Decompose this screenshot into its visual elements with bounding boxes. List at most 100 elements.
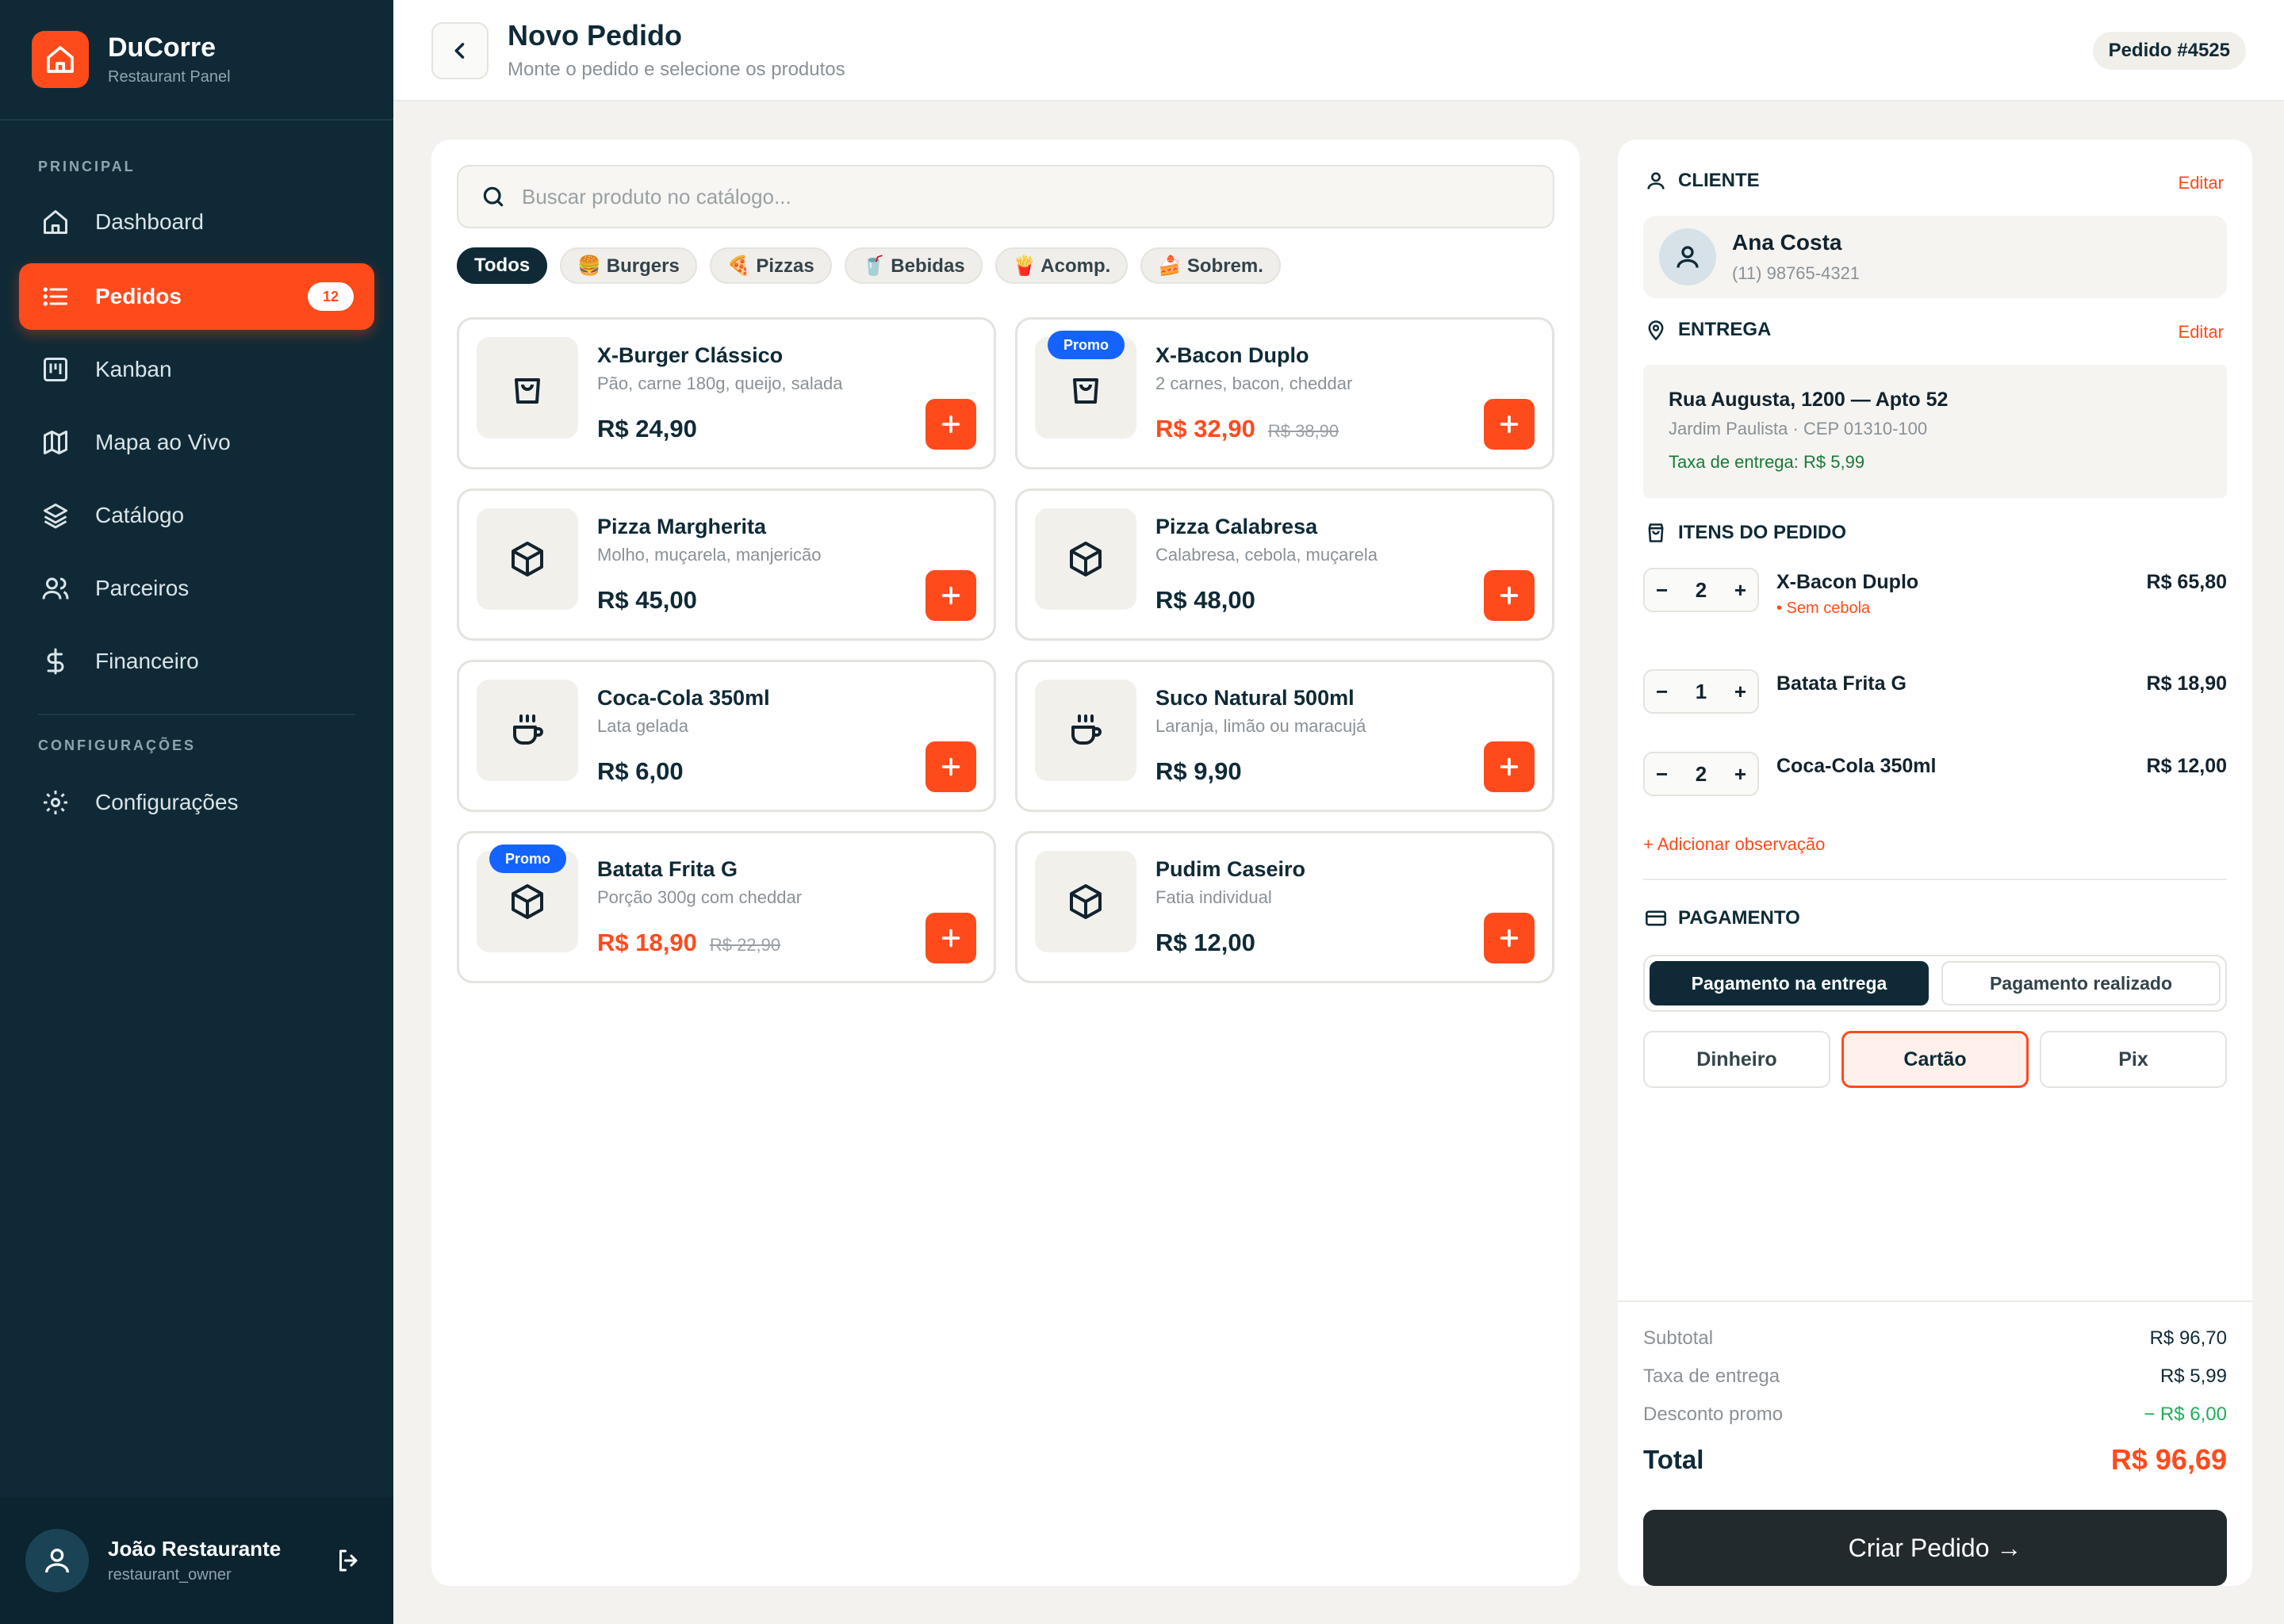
- product-description: Porção 300g com cheddar: [597, 887, 803, 907]
- payment-on-delivery-option[interactable]: Pagamento na entrega: [1650, 961, 1929, 1005]
- plus-icon: [941, 757, 960, 776]
- add-product-button[interactable]: [1484, 741, 1535, 792]
- add-product-button[interactable]: [925, 913, 976, 963]
- sidebar-item-label: Configurações: [95, 790, 239, 814]
- product-name: Pizza Margherita: [597, 515, 767, 538]
- product-card[interactable]: Pudim Caseiro Fatia individual R$ 12,00: [1015, 831, 1554, 983]
- minus-button[interactable]: −: [1656, 762, 1668, 787]
- sidebar-item-catalogo[interactable]: Catálogo: [19, 482, 374, 549]
- logout-icon[interactable]: [330, 1542, 368, 1580]
- product-card[interactable]: Promo Batata Frita G Porção 300g com che…: [457, 831, 996, 983]
- product-card[interactable]: X-Burger Clássico Pão, carne 180g, queij…: [457, 317, 996, 469]
- page-header: Novo Pedido Monte o pedido e selecione o…: [393, 0, 2284, 102]
- promo-badge: Promo: [1048, 331, 1125, 359]
- back-button[interactable]: [431, 22, 489, 79]
- client-phone: (11) 98765-4321: [1732, 263, 1861, 283]
- category-filters: Todos 🍔 Burgers 🍕 Pizzas 🥤 Bebidas 🍟 Aco…: [457, 247, 1293, 284]
- edit-client-link[interactable]: Editar: [2179, 173, 2224, 193]
- quantity-value: 1: [1695, 679, 1707, 703]
- order-number-badge: Pedido #4525: [2092, 32, 2246, 70]
- chip-bebidas[interactable]: 🥤 Bebidas: [844, 247, 983, 284]
- credit-card-icon: [1643, 906, 1669, 931]
- minus-button[interactable]: −: [1656, 578, 1668, 603]
- bag-icon: [1643, 520, 1669, 546]
- minus-button[interactable]: −: [1656, 680, 1668, 704]
- product-price: R$ 12,00: [1155, 929, 1255, 956]
- sidebar-item-pedidos[interactable]: Pedidos 12: [19, 263, 374, 330]
- product-price: R$ 18,90 R$ 22,90: [597, 929, 781, 956]
- sidebar-item-financeiro[interactable]: Financeiro: [19, 628, 374, 695]
- sidebar-item-mapa[interactable]: Mapa ao Vivo: [19, 409, 374, 476]
- product-card[interactable]: Pizza Calabresa Calabresa, cebola, muçar…: [1015, 488, 1554, 641]
- sidebar-item-kanban[interactable]: Kanban: [19, 336, 374, 403]
- user-profile: João Restaurante restaurant_owner: [0, 1497, 393, 1624]
- list-icon: [40, 281, 71, 312]
- add-observation-link[interactable]: + Adicionar observação: [1643, 834, 1825, 855]
- delivery-address-card: Rua Augusta, 1200 — Apto 52 Jardim Pauli…: [1643, 365, 2227, 498]
- payment-done-option[interactable]: Pagamento realizado: [1941, 961, 2221, 1005]
- client-card: Ana Costa (11) 98765-4321: [1643, 216, 2227, 298]
- search-box: [457, 165, 1554, 228]
- quantity-stepper: − 2 +: [1643, 568, 1759, 612]
- address-street: Rua Augusta, 1200 — Apto 52: [1669, 389, 1949, 411]
- plus-icon: [941, 415, 960, 434]
- sidebar-item-configuracoes[interactable]: Configurações: [19, 769, 374, 836]
- fee-value: R$ 5,99: [2159, 1365, 2227, 1387]
- add-product-button[interactable]: [925, 399, 976, 450]
- add-product-button[interactable]: [1484, 913, 1535, 963]
- method-dinheiro[interactable]: Dinheiro: [1643, 1031, 1830, 1088]
- method-cartao[interactable]: Cartão: [1841, 1031, 2029, 1088]
- product-description: Molho, muçarela, manjericão: [597, 545, 822, 565]
- chip-todos[interactable]: Todos: [457, 247, 548, 284]
- items-section-header: ITENS DO PEDIDO: [1643, 520, 1846, 546]
- sidebar-item-dashboard[interactable]: Dashboard: [19, 189, 374, 255]
- sidebar-divider: [38, 714, 355, 715]
- layers-icon: [40, 500, 71, 531]
- order-item: − 2 + X-Bacon Duplo • Sem cebola R$ 65,8…: [1643, 568, 2227, 617]
- order-item: − 2 + Coca-Cola 350ml R$ 12,00: [1643, 752, 2227, 799]
- chip-pizzas[interactable]: 🍕 Pizzas: [709, 247, 832, 284]
- chip-sobremesas[interactable]: 🍰 Sobrem.: [1140, 247, 1281, 284]
- users-icon: [40, 573, 71, 604]
- product-card[interactable]: Promo X-Bacon Duplo 2 carnes, bacon, che…: [1015, 317, 1554, 469]
- product-card[interactable]: Pizza Margherita Molho, muçarela, manjer…: [457, 488, 996, 641]
- client-section-header: CLIENTE: [1643, 168, 1760, 193]
- product-card[interactable]: Suco Natural 500ml Laranja, limão ou mar…: [1015, 660, 1554, 812]
- create-order-button[interactable]: Criar Pedido →: [1643, 1510, 2227, 1586]
- product-price: R$ 9,90: [1155, 757, 1242, 785]
- section-label-configuracoes: CONFIGURAÇÕES: [38, 737, 197, 753]
- product-price: R$ 24,90: [597, 415, 697, 442]
- plus-icon: [1500, 929, 1519, 948]
- method-pix[interactable]: Pix: [2040, 1031, 2227, 1088]
- add-product-button[interactable]: [1484, 399, 1535, 450]
- search-input[interactable]: [522, 184, 1473, 209]
- plus-button[interactable]: +: [1734, 578, 1746, 603]
- add-product-button[interactable]: [925, 570, 976, 621]
- chip-burgers[interactable]: 🍔 Burgers: [560, 247, 697, 284]
- chip-acompanhamentos[interactable]: 🍟 Acomp.: [994, 247, 1129, 284]
- bag-icon: [477, 337, 578, 439]
- product-card[interactable]: Coca-Cola 350ml Lata gelada R$ 6,00: [457, 660, 996, 812]
- item-name: Coca-Cola 350ml: [1776, 755, 1937, 777]
- product-name: Suco Natural 500ml: [1155, 686, 1355, 710]
- box-icon: [477, 508, 578, 610]
- plus-button[interactable]: +: [1734, 680, 1746, 704]
- item-price: R$ 65,80: [2146, 571, 2227, 593]
- add-product-button[interactable]: [1484, 570, 1535, 621]
- add-product-button[interactable]: [925, 741, 976, 792]
- product-description: Fatia individual: [1155, 887, 1272, 907]
- sidebar-item-parceiros[interactable]: Parceiros: [19, 555, 374, 622]
- brand-name: DuCorre: [108, 33, 217, 63]
- subtotal-value: R$ 96,70: [2149, 1327, 2227, 1349]
- user-icon: [1643, 168, 1669, 193]
- item-name: X-Bacon Duplo: [1776, 571, 1919, 593]
- item-note: • Sem cebola: [1776, 599, 1871, 617]
- product-name: X-Burger Clássico: [597, 343, 784, 367]
- sidebar-item-label: Parceiros: [95, 576, 190, 600]
- payment-section-header: PAGAMENTO: [1643, 906, 1800, 931]
- item-price: R$ 18,90: [2146, 672, 2227, 695]
- home-logo-icon: [32, 31, 89, 88]
- payment-mode-toggle: Pagamento na entrega Pagamento realizado: [1643, 955, 2227, 1012]
- edit-delivery-link[interactable]: Editar: [2179, 322, 2224, 343]
- plus-button[interactable]: +: [1734, 762, 1746, 787]
